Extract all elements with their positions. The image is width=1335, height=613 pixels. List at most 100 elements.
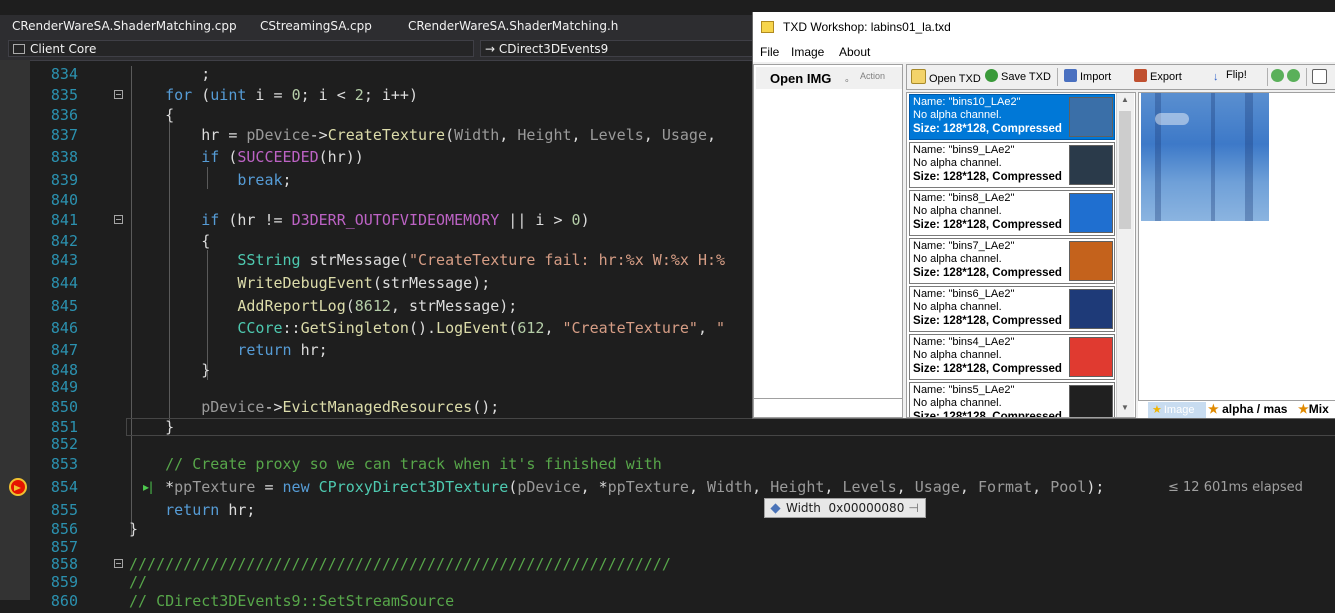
save-txd-button[interactable]: Save TXD bbox=[985, 69, 1051, 83]
texture-name: Name: "bins5_LAe2" bbox=[913, 384, 1015, 396]
texture-entry[interactable]: Name: "bins10_LAe2" No alpha channel. Size… bbox=[909, 94, 1115, 140]
project-scope-label: Client Core bbox=[30, 42, 97, 56]
line-number: 846 bbox=[50, 319, 78, 337]
debug-datatip[interactable]: Width 0x00000080 ⊣ bbox=[764, 498, 926, 518]
collapse-toggle[interactable] bbox=[114, 90, 123, 99]
properties-icon bbox=[1312, 69, 1327, 84]
collapse-toggle[interactable] bbox=[114, 215, 123, 224]
project-scope-dropdown[interactable]: Client Core bbox=[8, 40, 474, 57]
line-number: 845 bbox=[50, 297, 78, 315]
scroll-down-icon[interactable]: ▼ bbox=[1121, 403, 1129, 412]
toolbar-separator bbox=[1267, 68, 1268, 86]
flip-button[interactable]: ↓ Flip! bbox=[1213, 69, 1247, 84]
texture-alpha-info: No alpha channel. bbox=[913, 349, 1002, 361]
code-text: SString strMessage("CreateTexture fail: … bbox=[237, 251, 726, 269]
texture-entry[interactable]: Name: "bins9_LAe2" No alpha channel. Size:… bbox=[909, 142, 1115, 188]
line-number: 853 bbox=[50, 455, 78, 473]
line-number: 854 bbox=[50, 478, 78, 496]
line-number: 838 bbox=[50, 148, 78, 166]
window-title-bar[interactable]: TXD Workshop: labins01_la.txd bbox=[753, 12, 1335, 42]
texture-preview-image bbox=[1141, 93, 1269, 221]
texture-list: ▲ ▼ Name: "bins10_LAe2" No alpha channel.… bbox=[906, 92, 1136, 418]
texture-entry[interactable]: Name: "bins7_LAe2" No alpha channel. Size:… bbox=[909, 238, 1115, 284]
texture-size: Size: 128*128, Compressed bbox=[913, 171, 1062, 183]
tab-alpha-mask[interactable]: ★ alpha / mas bbox=[1208, 402, 1287, 416]
tab-alpha-mask-label: alpha / mas bbox=[1222, 402, 1288, 416]
menu-about[interactable]: About bbox=[839, 45, 870, 59]
tab-mix-label: Mix bbox=[1308, 402, 1329, 416]
img-panel-footer bbox=[754, 398, 902, 417]
texture-name: Name: "bins6_LAe2" bbox=[913, 288, 1015, 300]
export-label: Export bbox=[1150, 71, 1182, 83]
texture-name: Name: "bins4_LAe2" bbox=[913, 336, 1015, 348]
preview-tab-bar: ★ Image ★ alpha / mas ★Mix bbox=[1138, 400, 1335, 418]
texture-entry[interactable]: Name: "bins5_LAe2" No alpha channel. Size:… bbox=[909, 382, 1115, 418]
tab-mix[interactable]: ★Mix bbox=[1298, 402, 1329, 416]
tab-image[interactable]: ★ Image bbox=[1148, 402, 1206, 418]
line-number: 844 bbox=[50, 274, 78, 292]
texture-alpha-info: No alpha channel. bbox=[913, 109, 1002, 121]
menu-file[interactable]: File bbox=[760, 45, 779, 59]
datatip-value[interactable]: 0x00000080 bbox=[829, 501, 905, 515]
texture-preview bbox=[1138, 92, 1335, 418]
app-icon bbox=[761, 21, 774, 33]
pin-icon[interactable]: ⊣ bbox=[908, 501, 918, 515]
line-number: 837 bbox=[50, 126, 78, 144]
texture-entry[interactable]: Name: "bins6_LAe2" No alpha channel. Size:… bbox=[909, 286, 1115, 332]
properties-button[interactable] bbox=[1312, 69, 1330, 85]
import-button[interactable]: Import bbox=[1064, 69, 1111, 83]
texture-size: Size: 128*128, Compressed bbox=[913, 411, 1062, 418]
texture-size: Size: 128*128, Compressed bbox=[913, 267, 1062, 279]
scroll-thumb[interactable] bbox=[1119, 111, 1131, 229]
code-text: *ppTexture = new CProxyDirect3DTexture(p… bbox=[129, 478, 1105, 496]
menu-image[interactable]: Image bbox=[791, 45, 824, 59]
move-up-button[interactable] bbox=[1271, 69, 1287, 83]
open-img-label: Open IMG bbox=[770, 71, 832, 86]
texture-name: Name: "bins10_LAe2" bbox=[913, 96, 1021, 108]
img-panel: Open IMG ∘ Action bbox=[753, 64, 903, 418]
texture-thumbnail bbox=[1069, 241, 1113, 281]
action-label: Action bbox=[860, 71, 886, 81]
texture-thumbnail bbox=[1069, 145, 1113, 185]
open-img-button[interactable]: Open IMG ∘ Action bbox=[756, 67, 902, 89]
scroll-up-icon[interactable]: ▲ bbox=[1121, 95, 1129, 104]
arrow-up-icon bbox=[1271, 69, 1284, 82]
tab-shadermatching-cpp[interactable]: CRenderWareSA.ShaderMatching.cpp bbox=[12, 19, 237, 33]
line-number: 860 bbox=[50, 592, 78, 610]
arrow-down-circle-icon bbox=[1287, 69, 1300, 82]
export-button[interactable]: Export bbox=[1134, 69, 1182, 83]
texture-size: Size: 128*128, Compressed bbox=[913, 315, 1062, 327]
arrow-down-icon: ↓ bbox=[1213, 71, 1219, 83]
field-icon bbox=[770, 503, 781, 514]
project-icon bbox=[13, 44, 25, 54]
code-text: WriteDebugEvent(strMessage); bbox=[237, 274, 491, 292]
texture-alpha-info: No alpha channel. bbox=[913, 157, 1002, 169]
texture-entry[interactable]: Name: "bins4_LAe2" No alpha channel. Size:… bbox=[909, 334, 1115, 380]
texture-alpha-info: No alpha channel. bbox=[913, 253, 1002, 265]
texture-thumbnail bbox=[1069, 97, 1113, 137]
texture-thumbnail bbox=[1069, 193, 1113, 233]
texture-entry[interactable]: Name: "bins8_LAe2" No alpha channel. Size:… bbox=[909, 190, 1115, 236]
image-stripe bbox=[1245, 93, 1253, 221]
line-number: 841 bbox=[50, 211, 78, 229]
collapse-toggle[interactable] bbox=[114, 559, 123, 568]
open-txd-button[interactable]: Open TXD bbox=[911, 69, 981, 85]
code-text: ; bbox=[129, 65, 211, 83]
tab-streamingsa-cpp[interactable]: CStreamingSA.cpp bbox=[260, 19, 372, 33]
perf-tip[interactable]: ≤ 12 601ms elapsed bbox=[1168, 476, 1303, 499]
member-scope-label: → CDirect3DEvents9 bbox=[485, 42, 609, 56]
folder-icon bbox=[911, 69, 926, 84]
move-down-button[interactable] bbox=[1287, 69, 1303, 83]
texture-name: Name: "bins9_LAe2" bbox=[913, 144, 1015, 156]
tab-shadermatching-h[interactable]: CRenderWareSA.ShaderMatching.h bbox=[408, 19, 618, 33]
code-text: // CDirect3DEvents9::SetStreamSource bbox=[129, 592, 455, 610]
member-scope-dropdown[interactable]: → CDirect3DEvents9 bbox=[480, 40, 760, 57]
tab-image-label: Image bbox=[1163, 404, 1195, 416]
breakpoint-current-statement-icon[interactable] bbox=[9, 478, 27, 496]
texture-name: Name: "bins8_LAe2" bbox=[913, 192, 1015, 204]
texture-list-scrollbar[interactable]: ▲ ▼ bbox=[1116, 93, 1134, 417]
small-grip-icon: ∘ bbox=[844, 75, 850, 85]
code-text: hr = pDevice->CreateTexture(Width, Heigh… bbox=[129, 126, 717, 144]
toolbar-separator bbox=[1057, 68, 1058, 86]
texture-alpha-info: No alpha channel. bbox=[913, 397, 1002, 409]
